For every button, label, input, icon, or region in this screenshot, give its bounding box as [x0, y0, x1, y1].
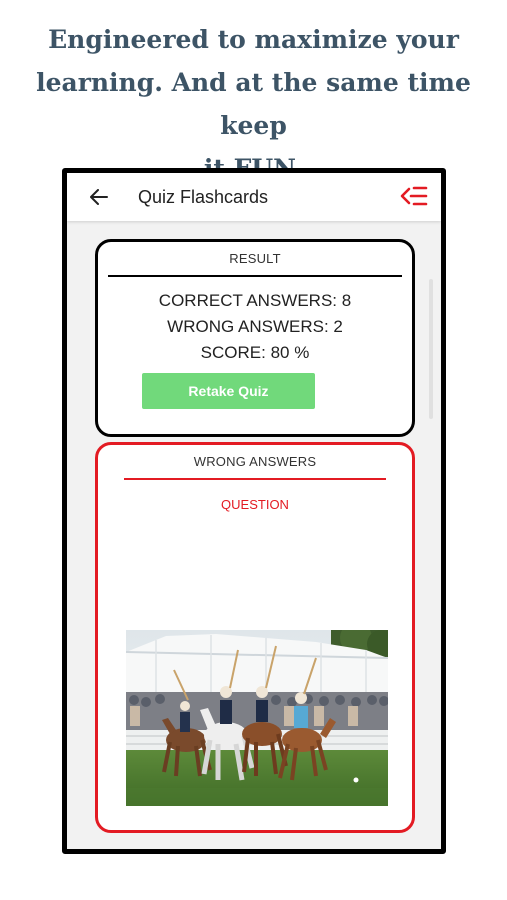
page-title: Quiz Flashcards	[138, 187, 269, 207]
correct-answers-text: CORRECT ANSWERS: 8	[158, 291, 352, 310]
headline-line-1: Engineered to maximize your	[48, 25, 459, 54]
polo-match-photo	[126, 630, 388, 806]
result-divider	[108, 275, 402, 277]
arrow-left-icon	[90, 189, 108, 205]
scrollbar[interactable]	[429, 279, 433, 419]
app-bar: Quiz Flashcards	[67, 173, 441, 221]
wrong-answers-header: WRONG ANSWERS	[193, 454, 317, 469]
back-button[interactable]	[87, 185, 111, 209]
question-label: QUESTION	[221, 497, 289, 512]
wrong-answers-divider	[124, 478, 386, 480]
menu-button[interactable]	[399, 184, 429, 208]
headline-line-2: learning. And at the same time keep	[36, 68, 471, 140]
result-header: RESULT	[229, 251, 281, 266]
retake-quiz-button[interactable]: Retake Quiz	[142, 373, 315, 409]
marketing-headline: Engineered to maximize your learning. An…	[0, 18, 507, 190]
wrong-answers-card: WRONG ANSWERS QUESTION	[95, 442, 415, 833]
score-text: SCORE: 80 %	[200, 343, 310, 362]
menu-collapse-icon	[400, 186, 428, 206]
phone-screen: Quiz Flashcards RESULT CORRECT ANSWERS: …	[62, 168, 446, 854]
result-stats: CORRECT ANSWERS: 8 WRONG ANSWERS: 2 SCOR…	[98, 288, 412, 366]
wrong-answers-text: WRONG ANSWERS: 2	[167, 317, 343, 336]
result-card: RESULT CORRECT ANSWERS: 8 WRONG ANSWERS:…	[95, 239, 415, 437]
